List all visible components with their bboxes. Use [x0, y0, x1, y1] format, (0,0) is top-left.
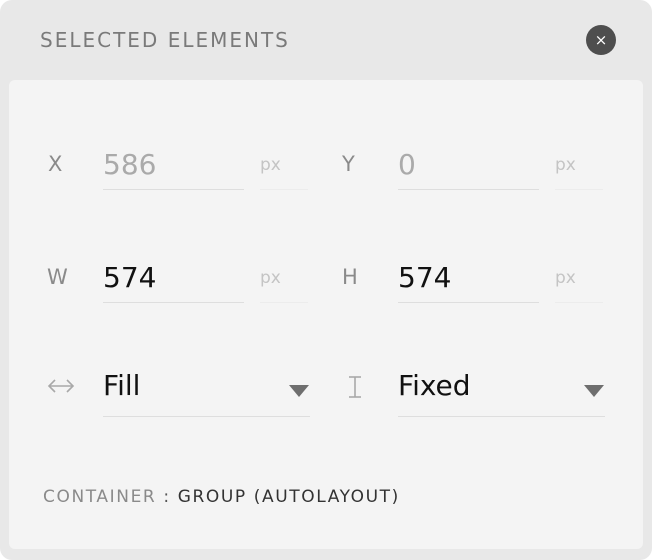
y-label: Y	[342, 152, 355, 176]
w-value: 574	[103, 261, 157, 294]
h-value: 574	[398, 261, 452, 294]
h-unit-text: px	[555, 268, 576, 288]
selected-elements-panel: SELECTED ELEMENTS × X 586 px Y 0 px W 57…	[0, 0, 652, 560]
vertical-sizing-value: Fixed	[398, 369, 471, 402]
x-unit: px	[260, 138, 308, 190]
vertical-sizing-select[interactable]: Fixed	[398, 359, 605, 417]
h-input[interactable]: 574	[398, 251, 539, 303]
w-unit: px	[260, 251, 308, 303]
container-separator: :	[156, 487, 178, 507]
h-label: H	[342, 265, 358, 289]
w-label: W	[47, 265, 68, 289]
x-unit-text: px	[260, 155, 281, 175]
y-input[interactable]: 0	[398, 138, 539, 190]
horizontal-resize-icon	[47, 376, 75, 400]
h-unit: px	[555, 251, 603, 303]
panel-content: X 586 px Y 0 px W 574 px H 574 px Fill F…	[9, 80, 643, 549]
container-info: CONTAINER : GROUP (AUTOLAYOUT)	[43, 486, 400, 508]
panel-header: SELECTED ELEMENTS ×	[0, 0, 652, 80]
close-icon: ×	[594, 31, 608, 49]
panel-title: SELECTED ELEMENTS	[40, 28, 290, 52]
y-unit: px	[555, 138, 603, 190]
container-label: CONTAINER	[43, 487, 157, 507]
horizontal-sizing-value: Fill	[103, 369, 141, 402]
close-button[interactable]: ×	[586, 25, 616, 55]
x-label: X	[48, 152, 63, 176]
x-value: 586	[103, 148, 157, 181]
w-input[interactable]: 574	[103, 251, 244, 303]
chevron-down-icon	[289, 385, 309, 397]
y-unit-text: px	[555, 155, 576, 175]
y-value: 0	[398, 148, 416, 181]
x-input[interactable]: 586	[103, 138, 244, 190]
container-value: GROUP (AUTOLAYOUT)	[177, 487, 400, 507]
horizontal-sizing-select[interactable]: Fill	[103, 359, 310, 417]
chevron-down-icon	[584, 385, 604, 397]
vertical-resize-icon	[347, 374, 363, 404]
w-unit-text: px	[260, 268, 281, 288]
